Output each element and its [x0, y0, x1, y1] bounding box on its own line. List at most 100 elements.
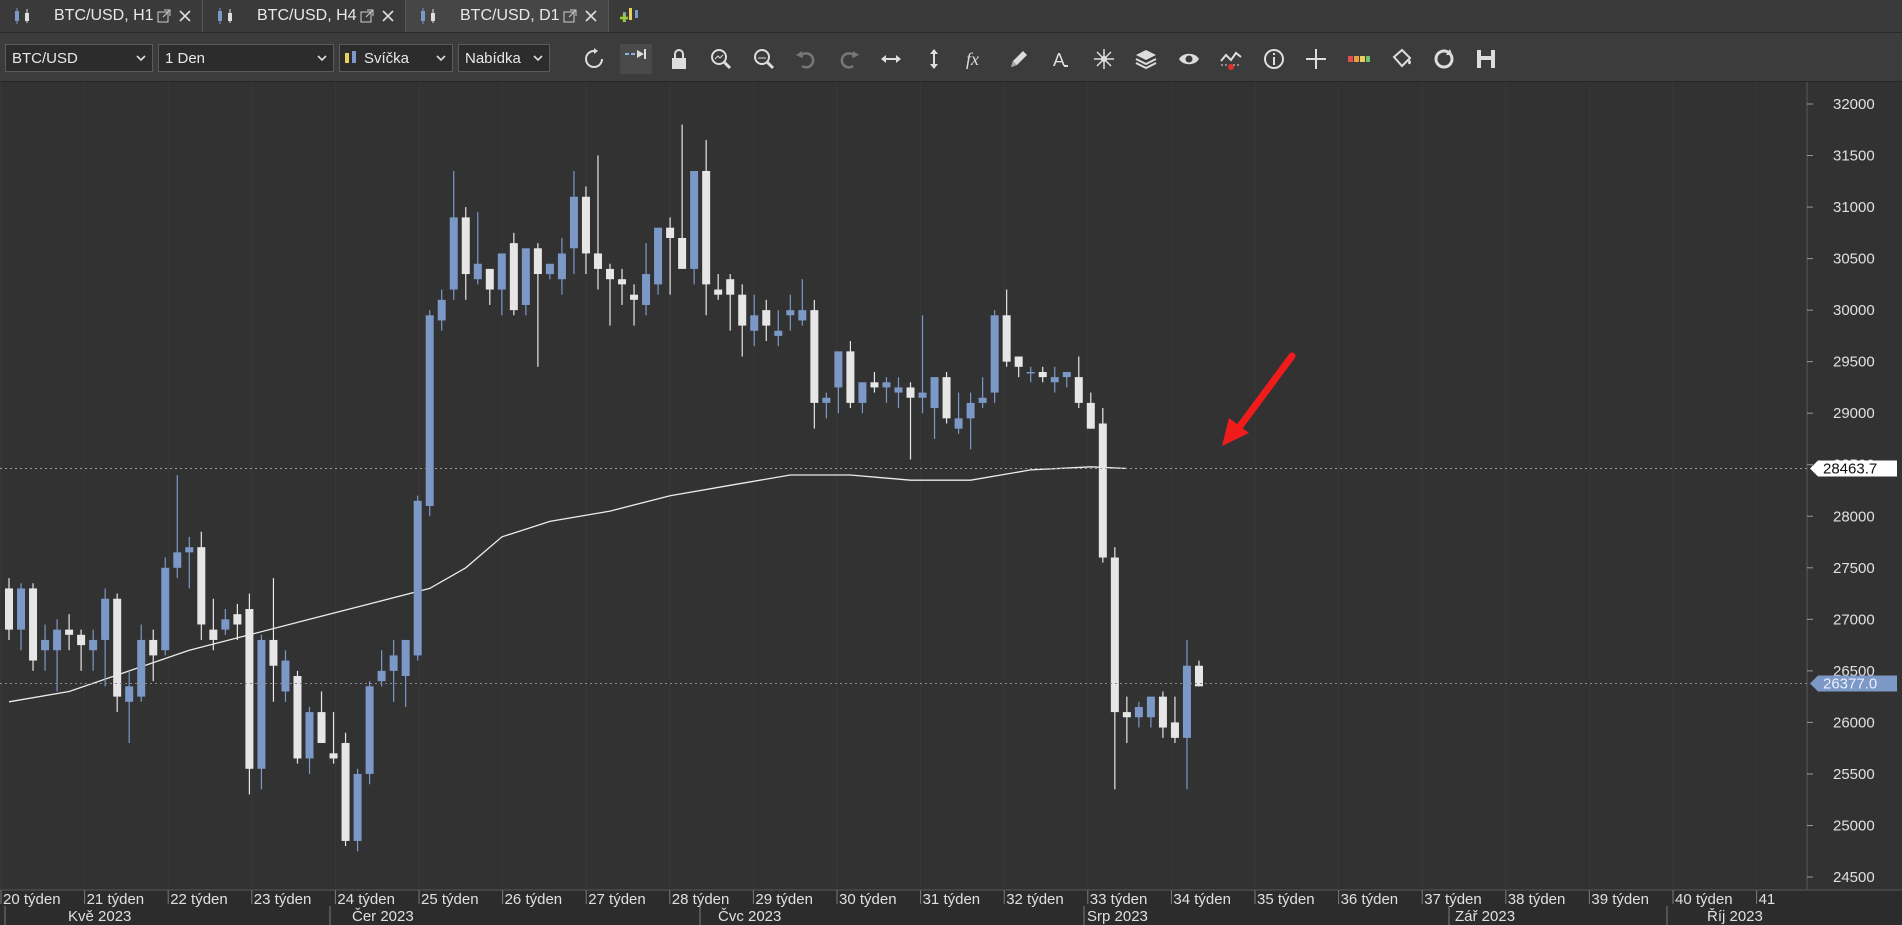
candle — [161, 557, 170, 656]
objects-button[interactable] — [1088, 44, 1120, 74]
close-icon[interactable] — [178, 9, 192, 23]
tab-btcusd-h4[interactable]: BTC/USD, H4 — [203, 0, 406, 32]
pencil-icon — [1011, 51, 1027, 67]
fill-button[interactable] — [1385, 44, 1417, 74]
candle-body — [437, 299, 446, 321]
pencil-button[interactable] — [1003, 44, 1035, 74]
color-palette-button[interactable] — [1343, 44, 1375, 74]
eye-button[interactable] — [1173, 44, 1205, 74]
x-month-label: Srp 2023 — [1087, 908, 1148, 925]
x-week-label: 33 týden — [1090, 891, 1148, 908]
candle-body — [89, 639, 98, 651]
tab-btcusd-d1[interactable]: BTC/USD, D1 — [406, 0, 609, 32]
save-button[interactable] — [1470, 44, 1502, 74]
undo-icon — [796, 51, 815, 69]
zoom-in-icon — [711, 49, 732, 70]
candle-body — [714, 289, 723, 295]
plot-area — [0, 82, 1807, 890]
close-icon[interactable] — [381, 9, 395, 23]
candle-body — [401, 639, 410, 677]
candle — [341, 732, 350, 847]
vertical-resize-button[interactable] — [918, 44, 950, 74]
popout-icon[interactable] — [562, 8, 578, 24]
chart-type-select[interactable]: Svíčka — [339, 44, 453, 72]
candle-body — [221, 619, 230, 630]
lock-button[interactable] — [663, 44, 695, 74]
chevron-down-icon — [533, 55, 543, 62]
candle-body — [413, 500, 422, 656]
candle-body — [906, 387, 915, 398]
crosshair-button[interactable] — [1300, 44, 1332, 74]
candle-body — [738, 294, 747, 326]
candle-body — [485, 268, 494, 290]
text-button[interactable]: A — [1045, 44, 1077, 74]
redo-button[interactable] — [833, 44, 865, 74]
candle-body — [545, 263, 554, 275]
y-tick-label: 31500 — [1833, 148, 1875, 165]
reset-button[interactable] — [1428, 44, 1460, 74]
candle-body — [65, 629, 74, 635]
candle — [197, 531, 206, 640]
refresh-button[interactable] — [578, 44, 610, 74]
horizontal-resize-button[interactable] — [875, 44, 907, 74]
candle-body — [425, 315, 434, 506]
candle-body — [1122, 712, 1131, 718]
x-week-label: 31 týden — [923, 891, 981, 908]
candle-body — [341, 743, 350, 841]
zoom-in-button[interactable] — [705, 44, 737, 74]
candle-body — [894, 387, 903, 393]
candle — [245, 593, 254, 795]
price-chart[interactable]: 3200031500310003050030000295002900028500… — [0, 82, 1902, 925]
symbol-select[interactable]: BTC/USD — [5, 44, 153, 72]
candle — [690, 170, 699, 285]
candle — [509, 232, 518, 316]
zoom-out-button[interactable] — [748, 44, 780, 74]
timeframe-value: 1 Den — [165, 49, 206, 67]
candle-body — [822, 397, 831, 403]
x-week-label: 20 týden — [3, 891, 61, 908]
x-week-label: 39 týden — [1591, 891, 1649, 908]
candle-body — [53, 629, 62, 651]
fill-icon — [1392, 48, 1412, 68]
candle-body — [377, 670, 386, 682]
candle-body — [269, 639, 278, 666]
popout-icon[interactable] — [359, 8, 375, 24]
timeframe-select[interactable]: 1 Den — [158, 44, 334, 72]
chart-tab-bar: BTC/USD, H1 BTC/USD, H4 BTC/USD, D1 — [0, 0, 1902, 33]
indicators-fx-button[interactable]: fx — [960, 44, 992, 74]
chart-alert-button[interactable] — [1215, 44, 1247, 74]
popout-icon[interactable] — [156, 8, 172, 24]
candlestick-icon — [15, 8, 29, 24]
tab-btcusd-h1[interactable]: BTC/USD, H1 — [0, 0, 203, 32]
y-tick-label: 25000 — [1833, 817, 1875, 834]
price-type-select[interactable]: Nabídka — [458, 44, 550, 72]
candle-body — [389, 655, 398, 671]
tab-label: BTC/USD, H4 — [257, 7, 357, 24]
undo-button[interactable] — [790, 44, 822, 74]
candle-body — [810, 310, 819, 403]
chart-alert-icon — [1220, 51, 1242, 70]
auto-scroll-button[interactable] — [620, 44, 652, 74]
candle-body — [750, 315, 759, 331]
candle-body — [1146, 696, 1155, 718]
new-chart-tab-icon[interactable] — [618, 4, 642, 28]
candle-body — [1182, 665, 1191, 738]
x-week-label: 21 týden — [87, 891, 145, 908]
x-month-label: Čvc 2023 — [718, 908, 781, 925]
objects-icon — [1094, 49, 1114, 69]
y-tick-label: 27500 — [1833, 560, 1875, 577]
candle — [425, 310, 434, 517]
info-button[interactable] — [1258, 44, 1290, 74]
candle-body — [293, 676, 302, 759]
ma-value-label: 28463.7 — [1823, 460, 1877, 477]
layers-button[interactable] — [1130, 44, 1162, 74]
candle-body — [606, 268, 614, 280]
x-week-label: 27 týden — [588, 891, 646, 908]
x-week-label: 34 týden — [1173, 891, 1231, 908]
close-icon[interactable] — [584, 9, 598, 23]
candle-body — [978, 397, 987, 403]
tab-label: BTC/USD, D1 — [460, 7, 560, 24]
candle-body — [197, 547, 206, 625]
candle-body — [630, 294, 639, 300]
symbol-value: BTC/USD — [12, 49, 78, 67]
